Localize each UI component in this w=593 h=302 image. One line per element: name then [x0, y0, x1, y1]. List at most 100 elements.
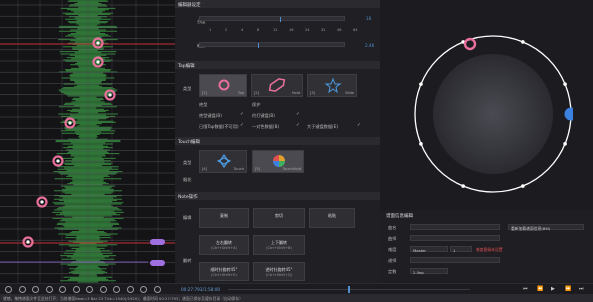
toolbar-button[interactable]: [45, 286, 53, 293]
title-field[interactable]: [410, 224, 500, 230]
difficulty-select[interactable]: Master: [410, 246, 448, 253]
beat-tick: 4: [241, 28, 244, 32]
toolbar-button[interactable]: [59, 286, 66, 293]
ring-dot: [521, 40, 525, 44]
edit-label: 编辑: [183, 215, 192, 220]
right-panel: 谱面信息编辑 曲名 重新加载谱面信息(BM) 曲师 难度 Master 1 难度…: [380, 0, 593, 283]
designer-field[interactable]: [410, 257, 500, 263]
type-touch-button[interactable]: [4] Touch: [199, 150, 247, 173]
checkbox-checked[interactable]: ✓: [240, 112, 244, 117]
section-editor-settings: 编辑器设定: [175, 0, 380, 8]
status-bar: 就绪。拖拽谱面文件至此处打开；当前谱面Beat=3 Bar 23 Tick=15…: [0, 294, 593, 302]
level-field[interactable]: 1: [450, 246, 472, 253]
status-text: 就绪。拖拽谱面文件至此处打开；当前谱面Beat=3 Bar 23 Tick=15…: [3, 295, 243, 301]
tap-note-center: [68, 121, 72, 125]
slider-thumb[interactable]: [258, 43, 260, 48]
beat-tick: 12: [273, 28, 278, 32]
beat-tick: 48: [337, 28, 342, 32]
playback-button[interactable]: ⏮: [523, 286, 528, 292]
title-label: 曲名: [388, 225, 397, 230]
ring-dot: [563, 142, 567, 146]
rotate-ccw-button[interactable]: 逆时针旋转45° (Ctrl+Shift+Q): [253, 262, 305, 281]
playback-button[interactable]: ▶: [551, 286, 555, 292]
option-label: 绝型: [199, 102, 208, 107]
beat-value: 16: [366, 16, 372, 21]
firework-label: 烟花: [183, 177, 192, 182]
settings-panel: 编辑器设定 分度 16 1248121624324864 缩放 2.46 Tap…: [175, 0, 380, 283]
artist-label: 曲师: [388, 236, 397, 241]
type-tap-button[interactable]: [1] Tap: [199, 74, 247, 97]
beat-tick: 8: [257, 28, 260, 32]
reload-info-button[interactable]: 重新加载谱面信息(BM): [508, 224, 584, 231]
tap-note-center: [40, 200, 44, 204]
bpm-badge: [150, 239, 165, 245]
rotate-cw-button[interactable]: 顺时针旋转45° (Ctrl+Shift+E): [199, 262, 249, 281]
flip-horizontal-button[interactable]: 左右翻转 (Ctrl+Shift+A): [199, 235, 249, 255]
playback-button[interactable]: ⏪: [537, 286, 543, 292]
toolbar-button[interactable]: [113, 286, 120, 293]
flip-vertical-button[interactable]: 上下翻转 (Ctrl+Shift+B): [253, 235, 305, 255]
toolbar-button[interactable]: [32, 286, 39, 293]
toolbar-button[interactable]: [153, 286, 161, 293]
playback-button[interactable]: ⏭: [579, 286, 584, 292]
const-label: 定数: [388, 269, 397, 274]
toolbar-button[interactable]: [5, 286, 12, 293]
beat-tick: 24: [305, 28, 310, 32]
cover-art: [433, 54, 553, 174]
section-tap-edit: Tap编辑: [175, 61, 380, 69]
toolbar-button[interactable]: [72, 286, 80, 293]
ring-dot: [521, 184, 525, 188]
type-slide-button[interactable]: [3] Slide: [307, 74, 357, 97]
playback-button[interactable]: ⏩: [565, 286, 571, 292]
option-label: 大于键盘数据(E): [307, 124, 339, 129]
ring-dot: [461, 184, 465, 188]
beat-tick: 16: [289, 28, 294, 32]
preview-ring[interactable]: [413, 2, 573, 200]
option-label: 保护: [252, 102, 261, 107]
type-hold-button[interactable]: [2] Hold: [251, 74, 303, 97]
preview-playhead[interactable]: [564, 107, 574, 121]
paste-button[interactable]: 粘贴: [309, 208, 355, 228]
beat-tick: 32: [321, 28, 326, 32]
toolbar-button[interactable]: [18, 286, 26, 293]
cut-button[interactable]: 剪切: [253, 208, 305, 228]
info-header: 谱面信息编辑: [386, 214, 413, 219]
tap-note-center: [56, 159, 60, 163]
checkbox-checked[interactable]: ✓: [357, 123, 361, 128]
checkbox-checked[interactable]: ✓: [296, 112, 300, 117]
chart-canvas[interactable]: [0, 0, 175, 283]
beat-tick: 2: [225, 28, 228, 32]
toolbar-button[interactable]: [99, 286, 107, 293]
slider-thumb[interactable]: [280, 17, 282, 22]
flip-label: 翻转: [183, 258, 192, 263]
ring-dot: [563, 82, 567, 86]
section-title: Note操作: [178, 194, 198, 200]
copy-button[interactable]: 复制: [199, 208, 249, 228]
option-label: 已限Tap数据(不可用): [199, 124, 239, 129]
section-title: 编辑器设定: [178, 2, 201, 8]
section-title: Touch编辑: [178, 139, 200, 145]
beat-slider[interactable]: [199, 16, 345, 22]
tap-note-center: [96, 60, 100, 64]
artist-field[interactable]: [410, 235, 500, 241]
zoom-slider[interactable]: [199, 42, 345, 48]
tap-note-center: [108, 93, 112, 97]
toolbar-button[interactable]: [86, 286, 93, 293]
level-warning: 难度星级未设置: [476, 247, 503, 252]
type-label: 类型: [183, 160, 192, 165]
beat-tick: 64: [353, 28, 358, 32]
chart-timeline[interactable]: [0, 0, 175, 283]
toolbar-button[interactable]: [126, 286, 134, 293]
type-touchhold-button[interactable]: [5] TouchHold: [252, 150, 304, 173]
timeline-thumb[interactable]: [348, 286, 350, 293]
toolbar-button[interactable]: [140, 286, 147, 293]
checkbox-checked[interactable]: ✓: [296, 123, 300, 128]
option-label: 约打键盘(B): [252, 113, 275, 118]
bottom-toolbar: 00:27:793/1:58:00 ⏮ ⏪ ▶ ⏩ ⏭: [0, 283, 593, 294]
const-field[interactable]: 2.5ep: [410, 268, 448, 275]
option-label: 绝型键盘(B): [199, 113, 222, 118]
zoom-value: 2.46: [365, 43, 375, 48]
section-note-ops: Note操作: [175, 192, 380, 200]
checkbox-checked[interactable]: ✓: [240, 123, 244, 128]
tap-note-center: [96, 41, 100, 45]
